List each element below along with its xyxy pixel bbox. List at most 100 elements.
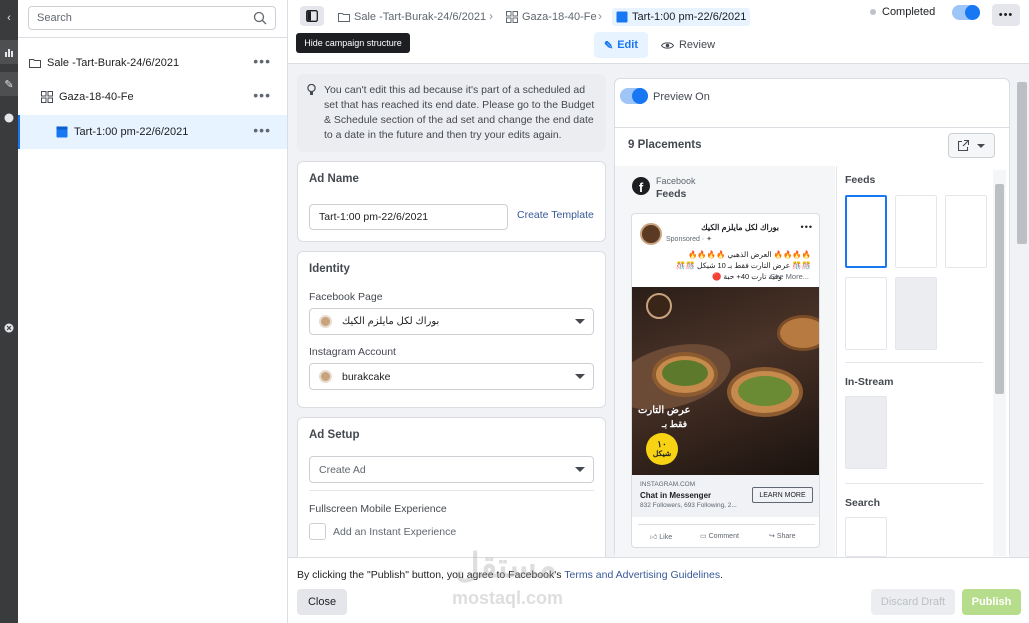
open-preview-button[interactable] (948, 133, 995, 158)
preview-placement-name: Feeds (656, 188, 687, 200)
comment-button[interactable]: ▭ Comment (700, 532, 739, 540)
tree-ad-label: Tart-1:00 pm-22/6/2021 (74, 126, 189, 138)
price-badge: ١٠ شيكل (646, 433, 678, 465)
tab-review[interactable]: Review (658, 32, 718, 58)
close-circle-icon[interactable] (0, 316, 18, 340)
instant-experience-checkbox[interactable] (309, 523, 326, 540)
chevron-down-icon (977, 143, 985, 148)
post-text-line2: 🎊🎊 عرض التارت فقط بـ 10 شيكل 🎊🎊 (676, 261, 811, 270)
page-scrollbar[interactable] (1015, 68, 1029, 555)
see-more-link[interactable]: See More... (770, 272, 809, 281)
clock-icon[interactable] (0, 106, 18, 130)
ad-name-title: Ad Name (309, 173, 359, 185)
lightbulb-icon (307, 83, 316, 99)
chevron-right-icon: › (489, 9, 493, 23)
instagram-avatar (319, 370, 332, 383)
more-options-icon[interactable]: ••• (253, 88, 271, 102)
post-avatar (640, 223, 662, 245)
ad-post-preview: بوراك لكل مايلزم الكيك Sponsored · ✦ •••… (631, 213, 820, 548)
terms-link[interactable]: Terms and Advertising Guidelines (564, 569, 720, 581)
collapse-arrow-icon[interactable]: ‹ (0, 6, 18, 30)
cta-subtitle: 832 Followers, 693 Following, 2... (640, 502, 737, 509)
create-ad-value: Create Ad (319, 463, 366, 476)
placements-scrollbar[interactable] (993, 170, 1006, 556)
placement-thumbnail[interactable] (945, 195, 987, 268)
breadcrumb-adset[interactable]: Gaza-18-40-Fe (506, 8, 597, 26)
footer-bar: By clicking the "Publish" button, you ag… (288, 557, 1029, 623)
external-link-icon (958, 140, 969, 151)
pencil-icon[interactable]: ✎ (0, 72, 18, 96)
group-instream-label: In-Stream (845, 376, 894, 388)
instagram-account-label: Instagram Account (309, 346, 396, 358)
tab-review-label: Review (678, 39, 716, 51)
status-label: Completed (882, 6, 936, 18)
ad-icon (56, 126, 68, 138)
tree-item-ad[interactable]: Tart-1:00 pm-22/6/2021 ••• (18, 115, 287, 149)
preview-toggle[interactable] (620, 88, 648, 104)
instagram-account-select[interactable]: burakcake (309, 363, 594, 390)
like-button[interactable]: 👍︎ Like (650, 532, 672, 541)
watermark-arabic: مستقل (455, 547, 557, 585)
chevron-down-icon (575, 319, 585, 324)
facebook-icon: f (632, 177, 650, 195)
publish-button[interactable]: Publish (962, 589, 1021, 615)
pencil-icon: ✎ (604, 39, 614, 52)
more-options-icon[interactable]: ••• (253, 54, 271, 68)
tab-edit[interactable]: ✎ Edit (594, 32, 648, 58)
placement-thumbnail[interactable] (845, 517, 887, 557)
search-input[interactable]: Search (28, 6, 276, 30)
toggle-structure-button[interactable] (300, 6, 324, 26)
chevron-right-icon: › (598, 9, 602, 23)
identity-title: Identity (309, 263, 350, 275)
breadcrumb-ad-label: Tart-1:00 pm-22/6/2021 (632, 11, 747, 23)
discard-draft-button[interactable]: Discard Draft (871, 589, 955, 615)
group-search-label: Search (845, 497, 881, 509)
grid-icon (41, 91, 53, 103)
tree-campaign-label: Sale -Tart-Burak-24/6/2021 (47, 57, 180, 69)
placement-thumbnail[interactable] (845, 195, 887, 268)
notice-box: You can't edit this ad because it's part… (297, 74, 606, 152)
ad-name-input[interactable]: Tart-1:00 pm-22/6/2021 (309, 204, 508, 230)
chevron-down-icon (575, 467, 585, 472)
share-button[interactable]: ↪ Share (769, 532, 796, 540)
create-template-link[interactable]: Create Template (517, 209, 594, 221)
placement-thumbnail[interactable] (845, 277, 887, 350)
sidebar-panel-icon (306, 10, 318, 22)
learn-more-button[interactable]: LEARN MORE (752, 487, 813, 503)
more-options-button[interactable]: ••• (992, 4, 1020, 26)
create-ad-select[interactable]: Create Ad (309, 456, 594, 483)
breadcrumb-ad[interactable]: Tart-1:00 pm-22/6/2021 (612, 8, 751, 26)
more-options-icon[interactable]: ••• (801, 222, 813, 232)
tab-edit-label: Edit (617, 39, 638, 51)
chevron-down-icon (575, 374, 585, 379)
post-page-name: بوراك لكل مايلزم الكيك (701, 223, 779, 232)
close-button[interactable]: Close (297, 589, 347, 615)
more-options-icon[interactable]: ••• (253, 123, 271, 137)
campaign-structure-sidebar: Search Sale -Tart-Burak-24/6/2021 ••• Ga… (18, 0, 288, 623)
preview-toggle-label: Preview On (653, 91, 710, 103)
left-rail: ‹ ✎ (0, 0, 18, 623)
cta-bar: INSTAGRAM.COM Chat in Messenger 832 Foll… (632, 475, 819, 517)
placements-count: 9 Placements (628, 139, 702, 151)
bar-chart-icon[interactable] (0, 40, 18, 64)
status-toggle[interactable] (952, 5, 980, 20)
search-placeholder: Search (37, 12, 72, 24)
status-dot-icon (870, 9, 876, 15)
facebook-page-value: بوراك لكل مايلزم الكيك (342, 316, 440, 327)
brand-logo (646, 293, 672, 319)
breadcrumb-campaign-label: Sale -Tart-Burak-24/6/2021 (354, 11, 487, 23)
breadcrumb-adset-label: Gaza-18-40-Fe (522, 11, 597, 23)
ad-setup-title: Ad Setup (309, 429, 360, 441)
fullscreen-label: Fullscreen Mobile Experience (309, 503, 447, 515)
placement-thumbnail[interactable] (895, 277, 937, 350)
post-text-line1: 🔥🔥🔥🔥 العرض الذهبي 🔥🔥🔥🔥 (688, 250, 811, 259)
breadcrumb-campaign[interactable]: Sale -Tart-Burak-24/6/2021 (338, 8, 486, 26)
placement-thumbnail[interactable] (895, 195, 937, 268)
facebook-page-select[interactable]: بوراك لكل مايلزم الكيك (309, 308, 594, 335)
tooltip: Hide campaign structure (296, 33, 410, 53)
placement-thumbnail[interactable] (845, 396, 887, 469)
tree-item-adset[interactable]: Gaza-18-40-Fe ••• (18, 80, 287, 114)
cta-title: Chat in Messenger (640, 491, 712, 500)
tree-item-campaign[interactable]: Sale -Tart-Burak-24/6/2021 ••• (18, 46, 287, 80)
instant-experience-label: Add an Instant Experience (333, 526, 457, 538)
